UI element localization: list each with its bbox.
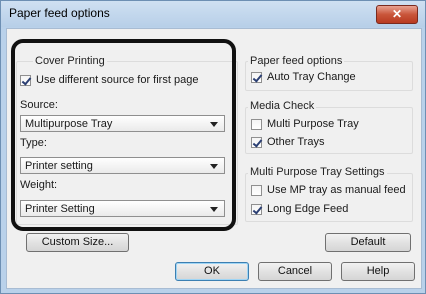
checkbox-checked-icon[interactable]: [251, 136, 262, 148]
use-mp-tray-manual-label: Use MP tray as manual feed: [267, 184, 406, 196]
checkbox-unchecked-icon[interactable]: [251, 118, 262, 130]
media-check-title: Media Check: [248, 100, 317, 112]
checkbox-checked-icon[interactable]: [251, 203, 262, 215]
help-button[interactable]: Help: [341, 262, 415, 281]
other-trays-checkbox[interactable]: Other Trays: [251, 136, 324, 148]
multi-purpose-tray-label: Multi Purpose Tray: [267, 118, 359, 130]
close-icon: ✕: [391, 7, 403, 21]
paper-feed-options-dialog: Paper feed options ✕ Cover Printing Use …: [0, 0, 426, 294]
title-bar[interactable]: Paper feed options ✕: [1, 1, 425, 27]
checkbox-unchecked-icon[interactable]: [251, 184, 262, 196]
custom-size-button[interactable]: Custom Size...: [26, 233, 129, 252]
other-trays-label: Other Trays: [267, 136, 325, 148]
default-button[interactable]: Default: [325, 233, 411, 252]
auto-tray-change-checkbox[interactable]: Auto Tray Change: [251, 71, 356, 83]
cancel-button[interactable]: Cancel: [258, 262, 332, 281]
multi-purpose-tray-checkbox[interactable]: Multi Purpose Tray: [251, 118, 359, 130]
long-edge-feed-checkbox[interactable]: Long Edge Feed: [251, 203, 348, 215]
auto-tray-change-label: Auto Tray Change: [267, 71, 356, 83]
checkbox-checked-icon[interactable]: [251, 71, 262, 83]
highlight-frame: [11, 39, 236, 231]
use-mp-tray-manual-checkbox[interactable]: Use MP tray as manual feed: [251, 184, 406, 196]
paper-feed-options-title: Paper feed options: [248, 55, 345, 67]
close-button[interactable]: ✕: [376, 5, 418, 24]
dialog-title: Paper feed options: [9, 6, 110, 20]
long-edge-feed-label: Long Edge Feed: [267, 203, 349, 215]
mp-tray-settings-title: Multi Purpose Tray Settings: [248, 166, 387, 178]
ok-button[interactable]: OK: [175, 262, 249, 281]
